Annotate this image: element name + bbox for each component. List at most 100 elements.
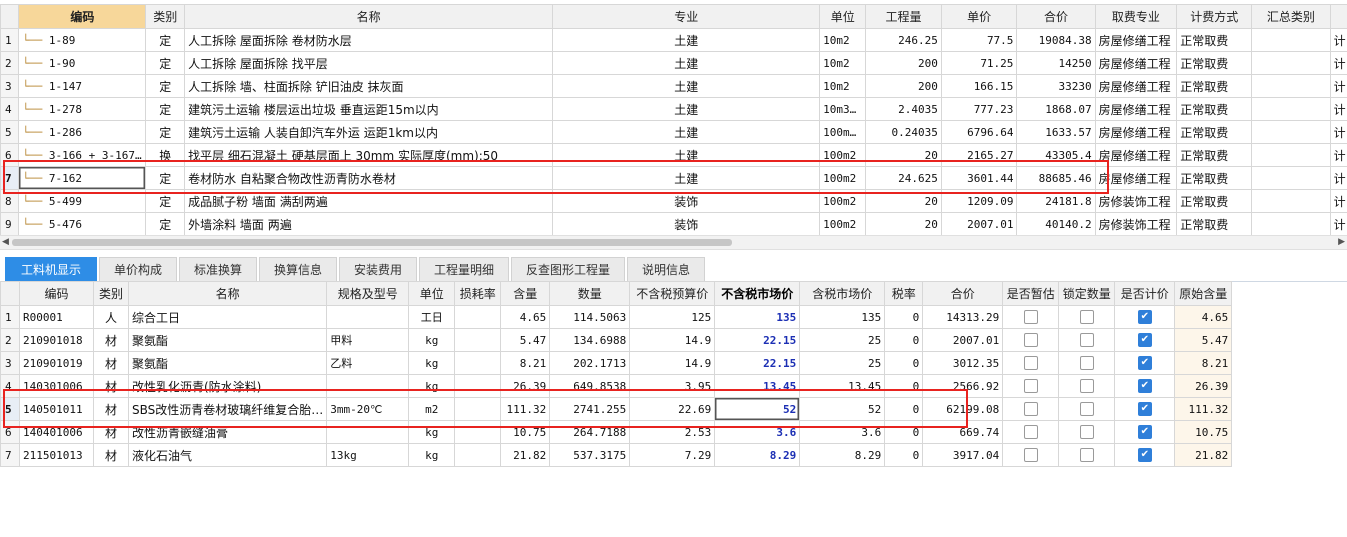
bottom-header-total[interactable]: 合价 xyxy=(922,281,1004,306)
item-overflow[interactable]: 计 xyxy=(1329,166,1347,190)
item-unit-price[interactable]: 2007.01 xyxy=(940,212,1018,236)
top-header-major[interactable]: 专业 xyxy=(552,4,821,29)
resource-budget-price[interactable]: 7.29 xyxy=(629,443,716,467)
item-fee-method[interactable]: 正常取费 xyxy=(1176,51,1253,75)
tab-reverse-check-graphics[interactable]: 反查图形工程量 xyxy=(511,257,625,282)
item-type[interactable]: 定 xyxy=(145,51,186,75)
resource-loss-rate[interactable] xyxy=(454,443,502,467)
resource-total[interactable]: 2566.92 xyxy=(922,374,1004,398)
item-fee-method[interactable]: 正常取费 xyxy=(1176,74,1253,98)
resource-name[interactable]: SBS改性沥青卷材玻璃纤维复合胎… xyxy=(127,397,328,421)
item-quantity[interactable]: 246.25 xyxy=(865,28,942,52)
item-overflow[interactable]: 计 xyxy=(1329,143,1347,167)
item-summary-type[interactable] xyxy=(1251,28,1331,52)
bottom-header-unit[interactable]: 单位 xyxy=(408,281,456,306)
resource-original-content[interactable]: 8.21 xyxy=(1174,351,1233,375)
lock-quantity-checkbox[interactable] xyxy=(1058,351,1116,375)
priced-checkbox[interactable]: ✔ xyxy=(1114,443,1176,467)
resource-spec[interactable] xyxy=(326,305,410,329)
bottom-header-priced[interactable]: 是否计价 xyxy=(1114,281,1176,306)
resource-market-price[interactable]: 13.45 xyxy=(714,374,801,398)
item-unit[interactable]: 100m2 xyxy=(819,143,867,167)
resource-quantity[interactable]: 114.5063 xyxy=(549,305,631,329)
item-overflow[interactable]: 计 xyxy=(1329,74,1347,98)
item-major[interactable]: 装饰 xyxy=(552,189,821,213)
item-summary-type[interactable] xyxy=(1251,74,1331,98)
resource-code[interactable]: 210901019 xyxy=(19,351,94,375)
item-quantity[interactable]: 200 xyxy=(865,51,942,75)
resource-budget-price[interactable]: 125 xyxy=(629,305,716,329)
resource-unit[interactable]: kg xyxy=(408,374,456,398)
item-quantity[interactable]: 0.24035 xyxy=(865,120,942,144)
item-quantity[interactable]: 20 xyxy=(865,212,942,236)
resource-name[interactable]: 聚氨酯 xyxy=(127,351,328,375)
bottom-header-code[interactable]: 编码 xyxy=(19,281,94,306)
resource-type[interactable]: 人 xyxy=(93,305,129,329)
resource-market-price-tax[interactable]: 8.29 xyxy=(799,443,886,467)
bottom-header-name[interactable]: 名称 xyxy=(127,281,328,306)
resource-total[interactable]: 14313.29 xyxy=(922,305,1004,329)
resource-market-price-tax[interactable]: 52 xyxy=(799,397,886,421)
item-total[interactable]: 43305.4 xyxy=(1016,143,1096,167)
resource-market-price-tax[interactable]: 3.6 xyxy=(799,420,886,444)
item-summary-type[interactable] xyxy=(1251,143,1331,167)
quota-row[interactable]: 9 └── 5-476 定外墙涂料 墙面 两遍 装饰 100m2 20 2007.01 401… xyxy=(0,212,1347,236)
checkbox-icon[interactable] xyxy=(1023,425,1038,440)
resource-row[interactable]: 3 210901019 材聚氨酯 乙料 kg 8.21 202.1713 14.9 22.15 2… xyxy=(0,351,1233,375)
checkbox-icon[interactable] xyxy=(1079,333,1094,348)
item-fee-major[interactable]: 房屋修缮工程 xyxy=(1094,74,1178,98)
resource-code[interactable]: 140301006 xyxy=(19,374,94,398)
item-summary-type[interactable] xyxy=(1251,97,1331,121)
item-total[interactable]: 14250 xyxy=(1016,51,1096,75)
item-overflow[interactable]: 计 xyxy=(1329,189,1347,213)
item-quantity[interactable]: 2.4035 xyxy=(865,97,942,121)
resource-unit[interactable]: kg xyxy=(408,443,456,467)
item-overflow[interactable]: 计 xyxy=(1329,97,1347,121)
bottom-header-spec[interactable]: 规格及型号 xyxy=(326,281,410,306)
bottom-header-loss[interactable]: 损耗率 xyxy=(454,281,502,306)
item-code[interactable]: └── 1-89 xyxy=(18,28,147,52)
resource-spec[interactable]: 3mm-20℃ xyxy=(326,397,410,421)
item-unit-price[interactable]: 3601.44 xyxy=(940,166,1018,190)
item-total[interactable]: 88685.46 xyxy=(1016,166,1096,190)
item-fee-method[interactable]: 正常取费 xyxy=(1176,189,1253,213)
item-fee-method[interactable]: 正常取费 xyxy=(1176,212,1253,236)
item-code[interactable]: └── 1-278 xyxy=(18,97,147,121)
item-name[interactable]: 建筑污土运输 人装自卸汽车外运 运距1km以内 xyxy=(184,120,554,144)
resource-type[interactable]: 材 xyxy=(93,397,129,421)
resource-unit[interactable]: kg xyxy=(408,328,456,352)
resource-market-price-tax[interactable]: 25 xyxy=(799,351,886,375)
resource-name[interactable]: 改性乳化沥青(防水涂料) xyxy=(127,374,328,398)
item-name[interactable]: 卷材防水 自粘聚合物改性沥青防水卷材 xyxy=(184,166,554,190)
resource-budget-price[interactable]: 14.9 xyxy=(629,328,716,352)
check-icon[interactable]: ✔ xyxy=(1137,356,1152,371)
resource-market-price[interactable]: 22.15 xyxy=(714,328,801,352)
item-major[interactable]: 土建 xyxy=(552,166,821,190)
lock-quantity-checkbox[interactable] xyxy=(1058,420,1116,444)
resource-type[interactable]: 材 xyxy=(93,351,129,375)
resource-content[interactable]: 21.82 xyxy=(500,443,551,467)
top-header-total[interactable]: 合价 xyxy=(1016,4,1096,29)
item-unit[interactable]: 100m2 xyxy=(819,212,867,236)
bottom-header-estimated[interactable]: 是否暂估 xyxy=(1002,281,1060,306)
resource-name[interactable]: 聚氨酯 xyxy=(127,328,328,352)
item-unit-price[interactable]: 2165.27 xyxy=(940,143,1018,167)
quota-row[interactable]: 5 └── 1-286 定建筑污土运输 人装自卸汽车外运 运距1km以内 土建 100m… xyxy=(0,120,1347,144)
resource-total[interactable]: 3012.35 xyxy=(922,351,1004,375)
checkbox-icon[interactable] xyxy=(1023,310,1038,325)
resource-name[interactable]: 液化石油气 xyxy=(127,443,328,467)
item-fee-major[interactable]: 房屋修缮工程 xyxy=(1094,51,1178,75)
resource-code[interactable]: 140401006 xyxy=(19,420,94,444)
item-quantity[interactable]: 20 xyxy=(865,189,942,213)
top-header-type[interactable]: 类别 xyxy=(145,4,186,29)
resource-quantity[interactable]: 649.8538 xyxy=(549,374,631,398)
resource-name[interactable]: 综合工日 xyxy=(127,305,328,329)
resource-loss-rate[interactable] xyxy=(454,397,502,421)
bottom-header-qty[interactable]: 数量 xyxy=(549,281,631,306)
item-type[interactable]: 定 xyxy=(145,212,186,236)
resource-original-content[interactable]: 10.75 xyxy=(1174,420,1233,444)
arrow-left-icon[interactable]: ◀ xyxy=(2,236,9,249)
resource-tax-rate[interactable]: 0 xyxy=(884,443,924,467)
resource-market-price[interactable]: 3.6 xyxy=(714,420,801,444)
resource-type[interactable]: 材 xyxy=(93,420,129,444)
